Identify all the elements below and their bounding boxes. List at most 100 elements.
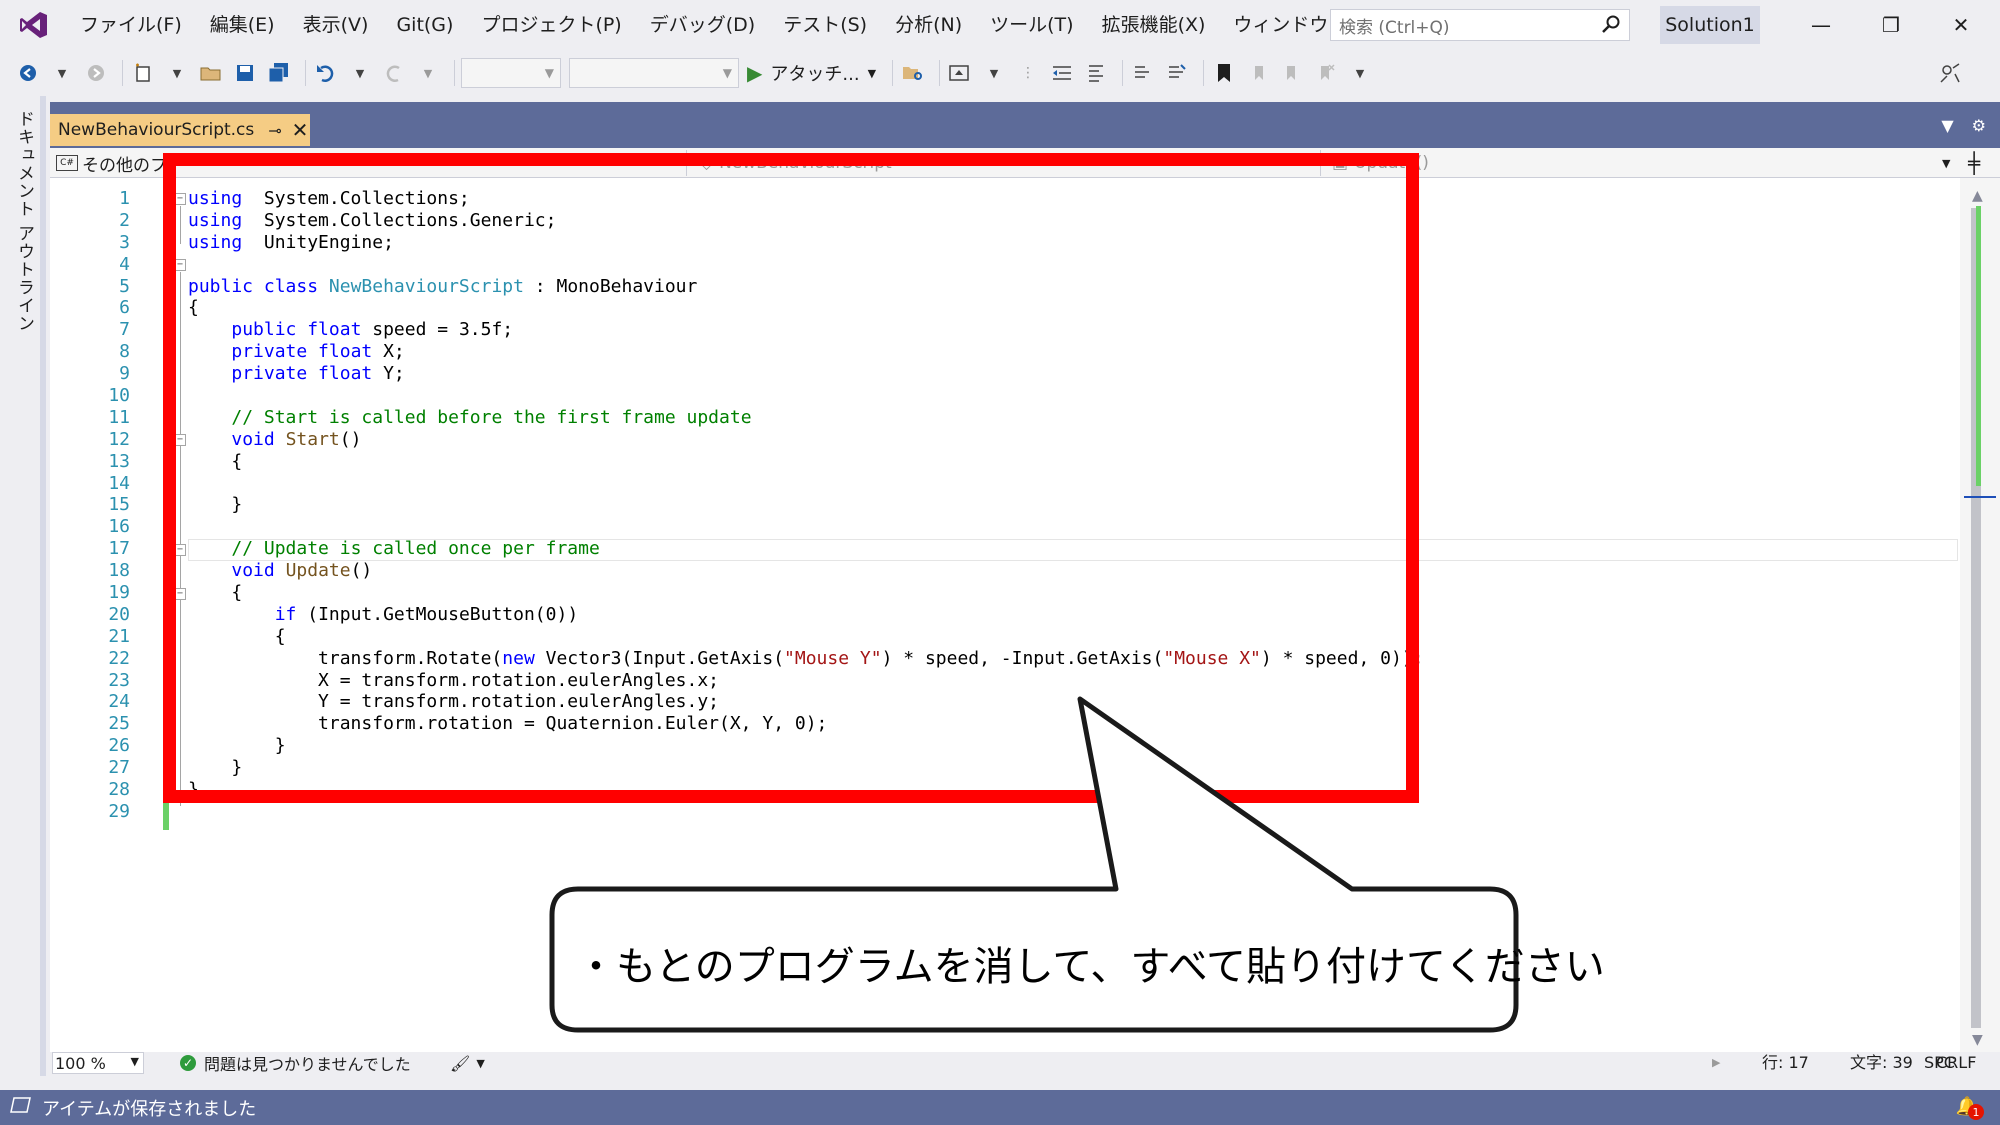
menu-item-5[interactable]: デバッグ(D) bbox=[636, 0, 769, 50]
pin-icon[interactable]: ⊸ bbox=[268, 121, 281, 140]
line-indicator[interactable]: 行: 17 bbox=[1762, 1052, 1809, 1074]
code-line[interactable]: { bbox=[188, 626, 1423, 648]
code-line[interactable]: // Start is called before the first fram… bbox=[188, 407, 1423, 429]
collapse-start-icon[interactable]: − bbox=[174, 434, 186, 446]
class-dropdown[interactable]: ◇ NewBehaviourScript bbox=[700, 151, 892, 175]
code-line[interactable]: } bbox=[188, 779, 1423, 801]
screenshot-icon[interactable] bbox=[946, 58, 974, 88]
code-line[interactable] bbox=[188, 385, 1423, 407]
configuration-combo[interactable]: ▼ bbox=[461, 58, 561, 88]
notifications-button[interactable]: 🔔 1 bbox=[1956, 1096, 1984, 1120]
menu-item-1[interactable]: 編集(E) bbox=[196, 0, 289, 50]
code-line[interactable]: using UnityEngine; bbox=[188, 232, 1423, 254]
code-line[interactable]: { bbox=[188, 582, 1423, 604]
menu-item-0[interactable]: ファイル(F) bbox=[66, 0, 196, 50]
platform-combo[interactable]: ▼ bbox=[569, 58, 739, 88]
code-text[interactable]: using System.Collections; using System.Co… bbox=[188, 188, 1423, 823]
back-icon[interactable] bbox=[14, 58, 42, 88]
code-line[interactable] bbox=[188, 516, 1423, 538]
clear-bookmarks-icon[interactable] bbox=[1312, 58, 1340, 88]
find-in-files-icon[interactable] bbox=[899, 58, 927, 88]
undo-dropdown-icon[interactable]: ▼ bbox=[346, 58, 374, 88]
code-line[interactable]: } bbox=[188, 494, 1423, 516]
code-line[interactable]: if (Input.GetMouseButton(0)) bbox=[188, 604, 1423, 626]
code-line[interactable]: } bbox=[188, 757, 1423, 779]
code-line[interactable]: // Update is called once per frame bbox=[188, 538, 1423, 560]
collapse-if-icon[interactable]: − bbox=[174, 588, 186, 600]
save-icon[interactable] bbox=[231, 58, 259, 88]
tab-newbehaviourscript[interactable]: NewBehaviourScript.cs ⊸ ✕ bbox=[50, 114, 310, 146]
toolbar-overflow-icon[interactable]: ▼ bbox=[1346, 58, 1374, 88]
bookmark-icon[interactable] bbox=[1210, 58, 1238, 88]
zoom-combo[interactable]: 100 % ▼ bbox=[52, 1052, 144, 1074]
hscroll-right-icon[interactable]: ▶ bbox=[1712, 1052, 1720, 1074]
document-outline-label[interactable]: ドキュメント アウトライン bbox=[12, 110, 37, 332]
solution-name-badge[interactable]: Solution1 bbox=[1660, 6, 1760, 44]
code-line[interactable]: transform.rotation = Quaternion.Euler(X,… bbox=[188, 713, 1423, 735]
uncomment-icon[interactable] bbox=[1163, 58, 1191, 88]
scroll-down-icon[interactable]: ▼ bbox=[1972, 1032, 1983, 1048]
code-line[interactable] bbox=[188, 254, 1423, 276]
new-dropdown-icon[interactable]: ▼ bbox=[163, 58, 191, 88]
code-line[interactable]: Y = transform.rotation.eulerAngles.y; bbox=[188, 691, 1423, 713]
menu-item-2[interactable]: 表示(V) bbox=[289, 0, 383, 50]
tab-list-dropdown-icon[interactable]: ▼ bbox=[1941, 116, 1953, 135]
scroll-up-icon[interactable]: ▲ bbox=[1972, 188, 1983, 204]
code-line[interactable]: public class NewBehaviourScript : MonoBe… bbox=[188, 276, 1423, 298]
collapse-class-icon[interactable]: − bbox=[174, 259, 186, 271]
vertical-scrollbar[interactable]: ▲ ▼ bbox=[1960, 178, 2000, 1054]
live-share-icon[interactable] bbox=[1936, 58, 1964, 88]
code-line[interactable] bbox=[188, 473, 1423, 495]
redo-icon[interactable] bbox=[380, 58, 408, 88]
menu-item-9[interactable]: 拡張機能(X) bbox=[1088, 0, 1220, 50]
code-line[interactable]: X = transform.rotation.eulerAngles.x; bbox=[188, 670, 1423, 692]
code-line[interactable]: } bbox=[188, 735, 1423, 757]
code-line[interactable]: using System.Collections; bbox=[188, 188, 1423, 210]
attach-button[interactable]: ▶ アタッチ... ▼ bbox=[747, 60, 876, 86]
back-dropdown-icon[interactable]: ▼ bbox=[48, 58, 76, 88]
line-ending-indicator[interactable]: CRLF bbox=[1936, 1052, 1976, 1074]
outdent-icon[interactable] bbox=[1048, 58, 1076, 88]
save-all-icon[interactable] bbox=[265, 58, 293, 88]
member-dropdown[interactable]: ▣ Update() bbox=[1332, 151, 1429, 175]
collapse-update-icon[interactable]: − bbox=[174, 544, 186, 556]
close-tab-icon[interactable]: ✕ bbox=[292, 118, 309, 142]
code-line[interactable]: { bbox=[188, 297, 1423, 319]
issues-indicator[interactable]: ✓ 問題は見つかりませんでした bbox=[180, 1052, 411, 1074]
forward-icon[interactable] bbox=[82, 58, 110, 88]
open-folder-icon[interactable] bbox=[197, 58, 225, 88]
code-line[interactable]: void Start() bbox=[188, 429, 1423, 451]
code-line[interactable]: private float X; bbox=[188, 341, 1423, 363]
code-line[interactable]: private float Y; bbox=[188, 363, 1423, 385]
collapse-using-icon[interactable]: − bbox=[174, 193, 186, 205]
settings-gear-icon[interactable]: ⚙ bbox=[1972, 116, 1986, 135]
minimize-button[interactable]: — bbox=[1786, 0, 1856, 50]
document-outline-rail[interactable]: ドキュメント アウトライン bbox=[0, 96, 46, 1076]
project-dropdown[interactable]: C# その他のフ bbox=[56, 151, 167, 176]
menu-item-4[interactable]: プロジェクト(P) bbox=[467, 0, 635, 50]
search-input[interactable]: 検索 (Ctrl+Q) bbox=[1330, 9, 1630, 41]
screenshot-dropdown-icon[interactable]: ▼ bbox=[980, 58, 1008, 88]
menu-item-8[interactable]: ツール(T) bbox=[976, 0, 1087, 50]
menu-item-3[interactable]: Git(G) bbox=[382, 0, 467, 50]
prev-bookmark-icon[interactable] bbox=[1244, 58, 1272, 88]
code-line[interactable] bbox=[188, 801, 1423, 823]
code-line[interactable]: void Update() bbox=[188, 560, 1423, 582]
split-window-icon[interactable]: ╪ bbox=[1968, 151, 1980, 175]
menu-item-7[interactable]: 分析(N) bbox=[881, 0, 976, 50]
next-bookmark-icon[interactable] bbox=[1278, 58, 1306, 88]
member-dropdown-arrow-icon[interactable]: ▼ bbox=[1942, 151, 1950, 175]
restore-button[interactable]: ❐ bbox=[1856, 0, 1926, 50]
column-indicator[interactable]: 文字: 39 bbox=[1850, 1052, 1913, 1074]
code-line[interactable]: public float speed = 3.5f; bbox=[188, 319, 1423, 341]
menu-item-6[interactable]: テスト(S) bbox=[769, 0, 881, 50]
visual-studio-logo-icon[interactable] bbox=[14, 5, 54, 45]
new-project-icon[interactable] bbox=[129, 58, 157, 88]
comment-icon[interactable] bbox=[1082, 58, 1110, 88]
undo-icon[interactable] bbox=[312, 58, 340, 88]
redo-dropdown-icon[interactable]: ▼ bbox=[414, 58, 442, 88]
code-cleanup-button[interactable]: 🖌 ▼ bbox=[450, 1052, 485, 1074]
code-editor[interactable]: 1 2 3 4 5 6 7 8 9 10 11 12 13 14 15 16 17 18 19 20 21 22 23 24 2… bbox=[50, 178, 1958, 1008]
code-line[interactable]: transform.Rotate(new Vector3(Input.GetAx… bbox=[188, 648, 1423, 670]
code-line[interactable]: using System.Collections.Generic; bbox=[188, 210, 1423, 232]
